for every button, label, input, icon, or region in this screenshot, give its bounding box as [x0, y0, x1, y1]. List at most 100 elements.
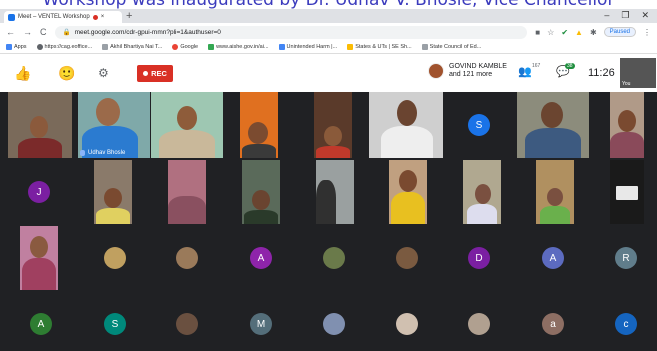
- screenshot-root: Workshop was inaugurated by Dr. Udhav V.…: [0, 0, 657, 351]
- settings-gear-icon[interactable]: ⚙: [98, 62, 109, 84]
- participant-video-tile[interactable]: [610, 92, 644, 158]
- bookmark-item[interactable]: Akhil Bhartiya Nai T...: [102, 44, 162, 50]
- participant-face: [30, 116, 48, 138]
- participant-avatar[interactable]: [396, 313, 418, 335]
- user-avatar-icon[interactable]: 🙂: [58, 62, 75, 84]
- paused-profile-button[interactable]: Paused: [603, 27, 636, 37]
- participant-body: [242, 144, 276, 158]
- participant-body: [391, 192, 425, 224]
- participant-avatar[interactable]: [323, 313, 345, 335]
- participant-face: [547, 188, 563, 206]
- toolbar-icons: ■ ☆ ✔ ▲ ✱ Paused ⋮: [535, 27, 651, 37]
- participant-avatar[interactable]: R: [615, 247, 637, 269]
- tab-title: Meet – VENTEL Workshop: [18, 14, 90, 20]
- participant-face: [397, 100, 417, 126]
- participant-video-tile[interactable]: [314, 92, 352, 158]
- active-speaker-tile[interactable]: Udhav Bhosle: [78, 92, 150, 158]
- participant-body: [525, 128, 581, 158]
- mic-active-icon: [80, 150, 85, 156]
- window-controls: – ❐ ✕: [604, 10, 649, 21]
- speaker-name: Udhav Bhosle: [88, 150, 126, 156]
- participant-avatar[interactable]: J: [28, 181, 50, 203]
- participant-video-tile[interactable]: [463, 160, 501, 224]
- caption-overlay: Workshop was inaugurated by Dr. Udhav V.…: [0, 0, 657, 9]
- participant-video-tile[interactable]: [240, 92, 278, 158]
- participant-video-tile[interactable]: [389, 160, 427, 224]
- participant-body: [18, 138, 62, 158]
- close-window-button[interactable]: ✕: [641, 10, 649, 21]
- participant-face: [618, 110, 636, 132]
- self-label: You: [622, 81, 631, 87]
- participant-video-tile[interactable]: [369, 92, 443, 158]
- bookmarks-bar: Apps https://cag.eoffice... Akhil Bharti…: [0, 41, 657, 54]
- participant-avatar[interactable]: [176, 247, 198, 269]
- participant-avatar[interactable]: [104, 247, 126, 269]
- participant-video-tile[interactable]: [20, 226, 58, 290]
- speaker-name-label: Udhav Bhosle: [80, 150, 125, 156]
- participant-avatar[interactable]: A: [542, 247, 564, 269]
- participant-avatar[interactable]: A: [250, 247, 272, 269]
- participant-video-tile[interactable]: [517, 92, 589, 158]
- host-name: GOVIND KAMBLE: [449, 63, 507, 70]
- url-field[interactable]: 🔒 meet.google.com/cdr-gpui-mmn?pli=1&aut…: [54, 25, 528, 39]
- self-view-tile[interactable]: You: [620, 58, 656, 88]
- bookmark-item[interactable]: https://cag.eoffice...: [36, 44, 92, 50]
- participant-face: [177, 106, 197, 130]
- bookmark-item[interactable]: Apps: [6, 44, 27, 50]
- participant-avatar[interactable]: [176, 313, 198, 335]
- bookmark-item[interactable]: www.aishe.gov.in/ai...: [208, 44, 269, 50]
- new-tab-button[interactable]: +: [126, 10, 132, 22]
- participant-avatar[interactable]: a: [542, 313, 564, 335]
- bookmark-item[interactable]: Google: [172, 44, 198, 50]
- tab-close-icon[interactable]: ×: [101, 14, 105, 20]
- bookmark-item[interactable]: Unintended Harm |...: [278, 44, 337, 50]
- minimize-button[interactable]: –: [604, 10, 609, 21]
- participant-avatar[interactable]: [396, 247, 418, 269]
- participant-video-tile[interactable]: [536, 160, 574, 224]
- participant-video-tile[interactable]: [151, 92, 223, 158]
- check-extension-icon[interactable]: ✔: [561, 28, 568, 37]
- participants-summary[interactable]: GOVIND KAMBLE and 121 more: [428, 63, 507, 79]
- raise-hand-icon[interactable]: 👍: [14, 62, 31, 84]
- participant-face: [30, 236, 48, 258]
- participant-avatar[interactable]: [468, 313, 490, 335]
- participant-video-tile[interactable]: [316, 160, 354, 224]
- extension-icon[interactable]: ▲: [575, 28, 583, 37]
- recording-indicator: REC: [137, 65, 173, 82]
- globe-icon: [36, 44, 43, 50]
- chat-count-badge: 38: [565, 63, 575, 69]
- reload-button[interactable]: C: [40, 27, 47, 37]
- menu-icon[interactable]: ⋮: [643, 28, 651, 37]
- participant-grid: Udhav Bhosle S J A D A R A S M a c: [0, 92, 657, 351]
- bookmark-item[interactable]: States & UTs | SE Sh...: [347, 44, 412, 50]
- puzzle-icon[interactable]: ✱: [590, 28, 597, 37]
- participant-avatar[interactable]: S: [468, 114, 490, 136]
- host-avatar: [428, 63, 444, 79]
- recording-dot-icon: [92, 14, 98, 20]
- star-icon[interactable]: ☆: [547, 28, 554, 37]
- google-icon: [172, 44, 179, 50]
- participant-video-tile[interactable]: [8, 92, 72, 158]
- participant-avatar[interactable]: A: [30, 313, 52, 335]
- participant-face: [475, 184, 491, 204]
- participant-avatar[interactable]: c: [615, 313, 637, 335]
- participant-face: [248, 122, 268, 144]
- participant-body: [316, 146, 350, 158]
- participant-video-tile[interactable]: [610, 160, 644, 224]
- participant-video-tile[interactable]: [168, 160, 206, 224]
- participant-avatar[interactable]: M: [250, 313, 272, 335]
- browser-tab[interactable]: Meet – VENTEL Workshop ×: [4, 11, 122, 23]
- back-button[interactable]: ←: [6, 27, 15, 37]
- bookmark-item[interactable]: State Council of Ed...: [421, 44, 481, 50]
- screen-content: [616, 186, 638, 200]
- maximize-button[interactable]: ❐: [621, 10, 629, 21]
- participant-avatar[interactable]: [323, 247, 345, 269]
- host-more: and 121 more: [449, 71, 493, 78]
- participant-avatar[interactable]: D: [468, 247, 490, 269]
- participant-avatar[interactable]: S: [104, 313, 126, 335]
- camera-icon[interactable]: ■: [535, 28, 540, 37]
- forward-button[interactable]: →: [23, 27, 32, 37]
- participant-video-tile[interactable]: [94, 160, 132, 224]
- page-icon: [278, 44, 285, 50]
- participant-video-tile[interactable]: [242, 160, 280, 224]
